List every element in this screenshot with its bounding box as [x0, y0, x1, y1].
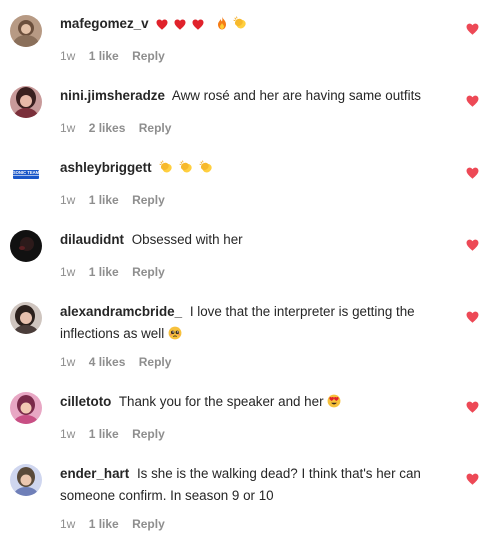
comment-likes[interactable]: 1 like — [89, 49, 119, 63]
comment-meta: 1w 1 like Reply — [60, 517, 175, 531]
comment-time: 1w — [60, 193, 76, 207]
comment-body: Thank you for the speaker and her — [118, 394, 324, 409]
clapping-hands-icon — [159, 159, 173, 181]
comment-time: 1w — [60, 517, 76, 531]
comment-meta: 1w 1 like Reply — [60, 49, 175, 63]
avatar-image — [10, 302, 42, 334]
comment-time: 1w — [60, 121, 76, 135]
comment-time: 1w — [60, 427, 76, 441]
comment-meta: 1w 1 like Reply — [60, 193, 175, 207]
comment-meta: 1w 2 likes Reply — [60, 121, 181, 135]
like-heart-icon[interactable] — [466, 23, 479, 35]
heart-eyes-icon — [327, 393, 341, 415]
comment-username[interactable]: mafegomez_v — [60, 16, 149, 31]
reply-button[interactable]: Reply — [132, 265, 165, 279]
like-heart-icon[interactable] — [466, 401, 479, 413]
like-heart-icon[interactable] — [466, 239, 479, 251]
avatar-image — [10, 230, 42, 262]
comment-username[interactable]: dilaudidnt — [60, 232, 124, 247]
red-heart-icon — [192, 15, 204, 37]
comment-likes[interactable]: 4 likes — [89, 355, 126, 369]
comment-text: nini.jimsheradze Aww rosé and her are ha… — [60, 85, 438, 107]
comment-text: ashleybriggett — [60, 157, 438, 181]
avatar[interactable]: SONIC TEAM — [10, 158, 42, 190]
comment-time: 1w — [60, 355, 76, 369]
avatar[interactable] — [10, 302, 42, 334]
avatar-image — [10, 392, 42, 424]
like-heart-icon[interactable] — [466, 167, 479, 179]
avatar-image — [10, 464, 42, 496]
fire-icon — [216, 15, 228, 37]
avatar[interactable] — [10, 86, 42, 118]
comment-likes[interactable]: 1 like — [89, 193, 119, 207]
comment-text: alexandramcbride_ I love that the interp… — [60, 301, 438, 347]
reply-button[interactable]: Reply — [132, 517, 165, 531]
comment-body: Aww rosé and her are having same outfits — [171, 88, 422, 103]
comment-text: ender_hart Is she is the walking dead? I… — [60, 463, 438, 507]
comment-username[interactable]: alexandramcbride_ — [60, 304, 182, 319]
comment-username[interactable]: ashleybriggett — [60, 160, 152, 175]
comment-text: cilletoto Thank you for the speaker and … — [60, 391, 438, 415]
avatar-image — [10, 86, 42, 118]
avatar[interactable] — [10, 230, 42, 262]
comment-username[interactable]: nini.jimsheradze — [60, 88, 165, 103]
comment-text: dilaudidnt Obsessed with her — [60, 229, 438, 251]
comment-likes[interactable]: 1 like — [89, 517, 119, 531]
reply-button[interactable]: Reply — [139, 355, 172, 369]
comment-time: 1w — [60, 49, 76, 63]
pleading-face-icon — [168, 325, 182, 347]
avatar[interactable] — [10, 464, 42, 496]
avatar-image — [10, 15, 42, 47]
avatar[interactable] — [10, 392, 42, 424]
reply-button[interactable]: Reply — [132, 193, 165, 207]
avatar[interactable] — [10, 15, 42, 47]
comment-body: Obsessed with her — [131, 232, 243, 247]
comment-meta: 1w 1 like Reply — [60, 427, 175, 441]
comment-meta: 1w 1 like Reply — [60, 265, 175, 279]
comment-username[interactable]: cilletoto — [60, 394, 111, 409]
comment-username[interactable]: ender_hart — [60, 466, 129, 481]
comment-meta: 1w 4 likes Reply — [60, 355, 181, 369]
comment-likes[interactable]: 1 like — [89, 427, 119, 441]
reply-button[interactable]: Reply — [132, 427, 165, 441]
comment-likes[interactable]: 1 like — [89, 265, 119, 279]
red-heart-icon — [156, 15, 168, 37]
clapping-hands-icon — [199, 159, 213, 181]
comment-likes[interactable]: 2 likes — [89, 121, 126, 135]
comment-text: mafegomez_v — [60, 13, 438, 37]
like-heart-icon[interactable] — [466, 473, 479, 485]
clapping-hands-icon — [233, 15, 247, 37]
comment-time: 1w — [60, 265, 76, 279]
reply-button[interactable]: Reply — [139, 121, 172, 135]
avatar-label: SONIC TEAM — [13, 170, 40, 175]
red-heart-icon — [174, 15, 186, 37]
clapping-hands-icon — [179, 159, 193, 181]
like-heart-icon[interactable] — [466, 95, 479, 107]
like-heart-icon[interactable] — [466, 311, 479, 323]
avatar-image: SONIC TEAM — [10, 158, 42, 190]
reply-button[interactable]: Reply — [132, 49, 165, 63]
